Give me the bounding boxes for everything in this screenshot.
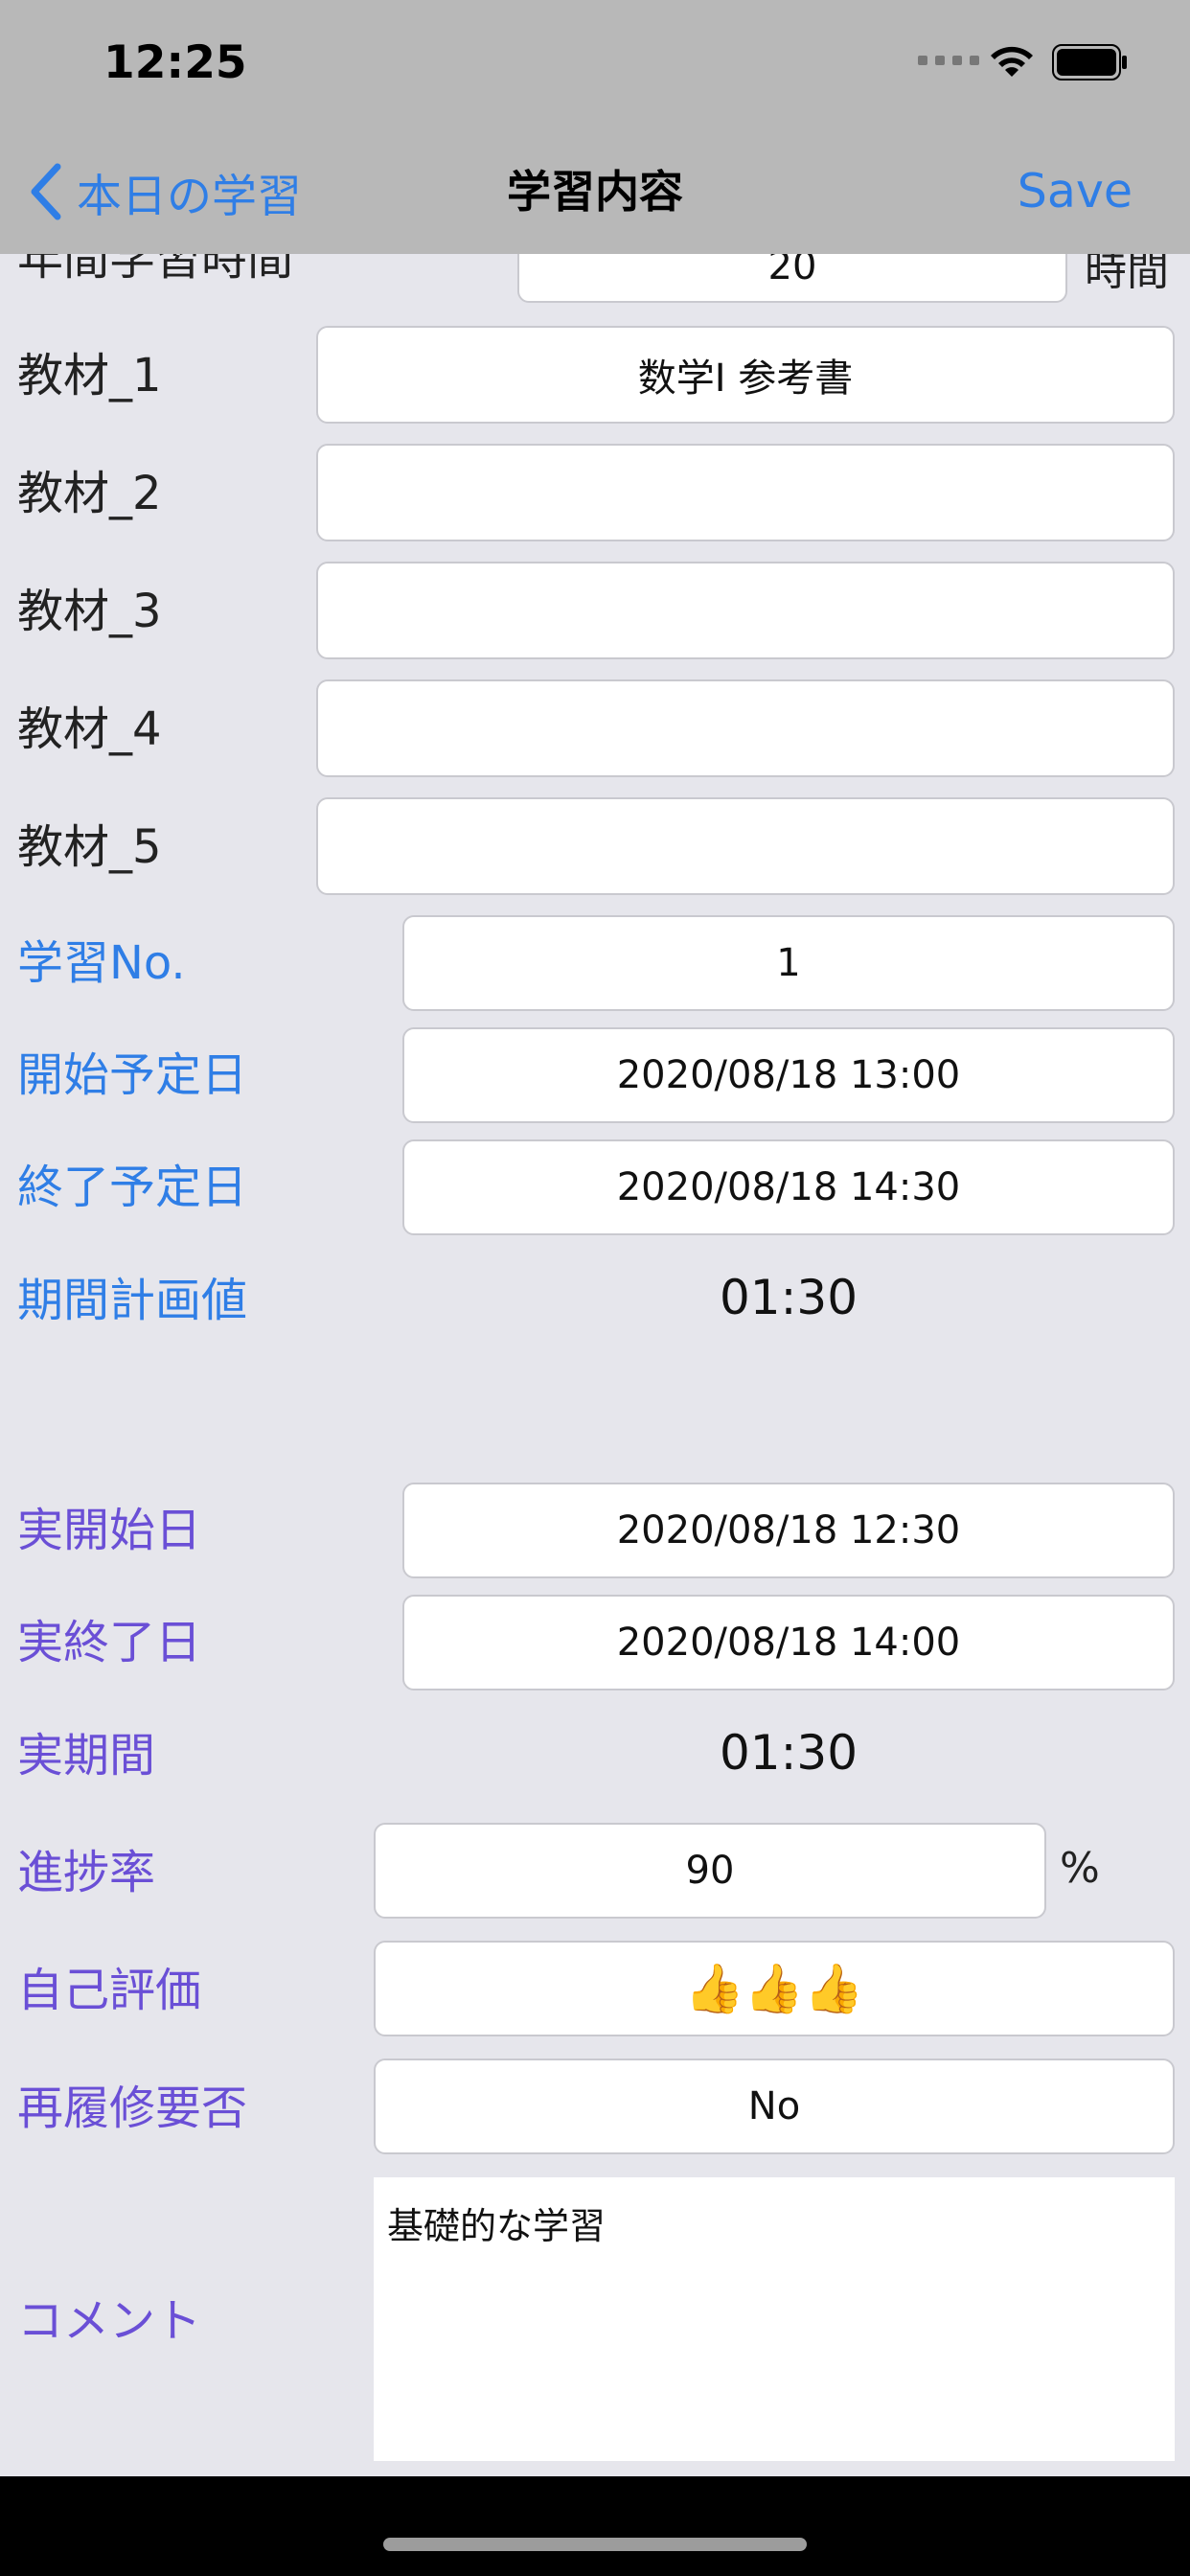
material-5-label: 教材_5	[17, 820, 162, 874]
material-2-label: 教材_2	[17, 467, 162, 520]
actual-end-field[interactable]: 2020/08/18 14:00	[402, 1595, 1175, 1690]
self-rating-label: 自己評価	[17, 1964, 202, 2017]
material-2-field[interactable]	[316, 444, 1175, 541]
back-button[interactable]: 本日の学習	[29, 161, 302, 223]
home-bar-area	[0, 2476, 1190, 2576]
actual-end-label: 実終了日	[17, 1616, 202, 1669]
progress-label: 進捗率	[17, 1846, 156, 1899]
actual-start-label: 実開始日	[17, 1504, 202, 1557]
retake-field[interactable]: No	[374, 2058, 1175, 2154]
planned-end-label: 終了予定日	[17, 1161, 248, 1214]
planned-end-field[interactable]: 2020/08/18 14:30	[402, 1139, 1175, 1235]
cellular-signal-icon	[918, 56, 979, 65]
actual-duration-label: 実期間	[17, 1729, 156, 1782]
save-button[interactable]: Save	[1018, 161, 1133, 222]
planned-duration-label: 期間計画値	[17, 1274, 248, 1327]
actual-start-field[interactable]: 2020/08/18 12:30	[402, 1483, 1175, 1578]
study-number-label: 学習No.	[17, 936, 186, 990]
comment-label: コメント	[17, 2294, 202, 2348]
material-1-label: 教材_1	[17, 349, 162, 402]
comment-textarea[interactable]: 基礎的な学習	[374, 2177, 1175, 2461]
material-4-label: 教材_4	[17, 702, 162, 756]
home-indicator[interactable]	[383, 2538, 807, 2551]
material-3-label: 教材_3	[17, 585, 162, 638]
material-4-field[interactable]	[316, 679, 1175, 777]
chevron-left-icon	[31, 163, 61, 220]
progress-field[interactable]: 90	[374, 1823, 1046, 1919]
material-5-field[interactable]	[316, 797, 1175, 895]
retake-label: 再履修要否	[17, 2082, 248, 2135]
navigation-bar: 12:25 本日の学習 学習内容 Save	[0, 0, 1190, 254]
wifi-icon	[991, 46, 1033, 77]
battery-icon	[1052, 44, 1127, 80]
progress-unit: %	[1060, 1844, 1100, 1893]
actual-duration-value: 01:30	[719, 1725, 858, 1781]
back-button-label: 本日の学習	[77, 170, 302, 223]
planned-start-label: 開始予定日	[17, 1048, 248, 1102]
material-1-field[interactable]: 数学I 参考書	[316, 326, 1175, 424]
material-3-field[interactable]	[316, 562, 1175, 659]
study-number-field[interactable]: 1	[402, 915, 1175, 1011]
planned-duration-value: 01:30	[719, 1270, 858, 1325]
planned-start-field[interactable]: 2020/08/18 13:00	[402, 1027, 1175, 1123]
status-time: 12:25	[103, 36, 247, 89]
self-rating-field[interactable]: 👍👍👍	[374, 1941, 1175, 2036]
